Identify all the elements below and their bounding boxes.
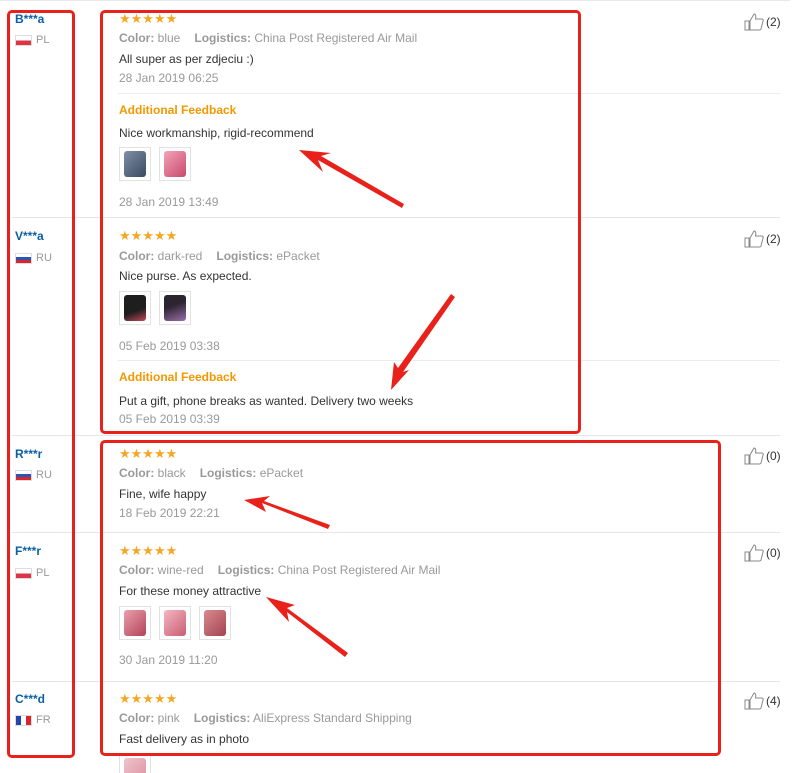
annotation-arrow [266,597,348,657]
annotation-arrow [299,150,404,208]
annotation-arrow [244,496,330,529]
annotation-arrow [391,294,455,390]
annotation-arrows [244,150,455,657]
